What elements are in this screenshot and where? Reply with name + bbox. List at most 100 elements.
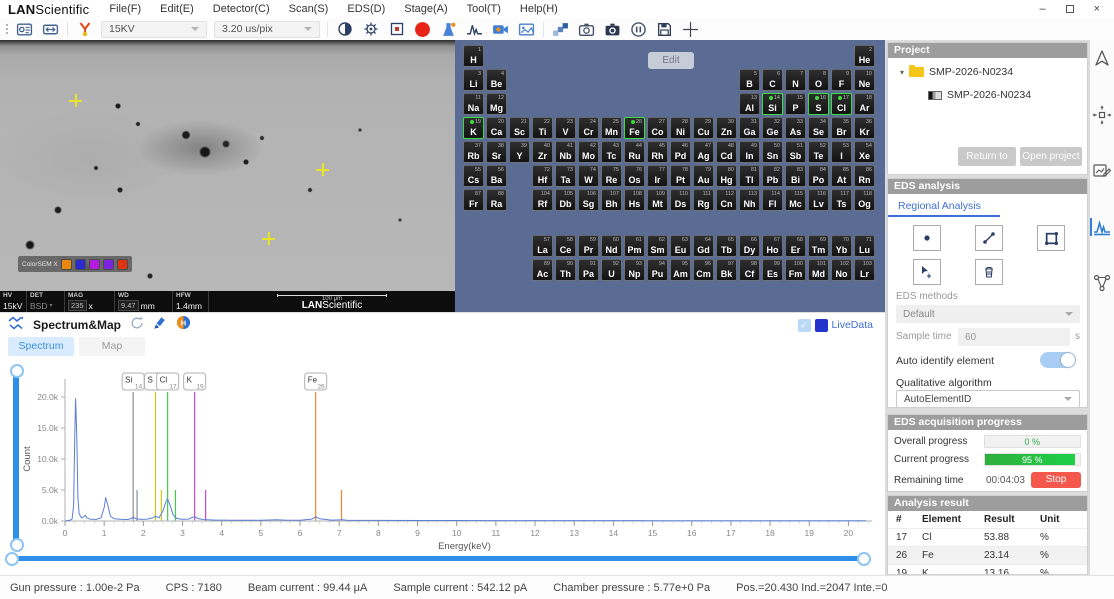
element-color-swatch[interactable] xyxy=(89,259,100,270)
menu-file[interactable]: File(F) xyxy=(109,3,141,15)
element-pa[interactable]: 91Pa xyxy=(578,259,599,281)
element-re[interactable]: 75Re xyxy=(601,165,622,187)
element-ar[interactable]: 18Ar xyxy=(854,93,875,115)
element-la[interactable]: 57La xyxy=(532,235,553,257)
reduced-area-icon[interactable] xyxy=(387,20,406,39)
element-fe[interactable]: 26Fe xyxy=(624,117,645,139)
element-tl[interactable]: 81Tl xyxy=(739,165,760,187)
element-hg[interactable]: 80Hg xyxy=(716,165,737,187)
element-v[interactable]: 23V xyxy=(555,117,576,139)
stop-button[interactable]: Stop xyxy=(1031,472,1081,488)
element-ho[interactable]: 67Ho xyxy=(762,235,783,257)
element-kr[interactable]: 36Kr xyxy=(854,117,875,139)
element-al[interactable]: 13Al xyxy=(739,93,760,115)
element-eu[interactable]: 63Eu xyxy=(670,235,691,257)
element-f[interactable]: 9F xyxy=(831,69,852,91)
element-i[interactable]: 53I xyxy=(831,141,852,163)
result-row[interactable]: 17Cl53.88% xyxy=(888,529,1087,547)
element-sg[interactable]: 106Sg xyxy=(578,189,599,211)
project-folder-row[interactable]: ▾ SMP-2026-N0234 xyxy=(900,66,1013,78)
element-pt[interactable]: 78Pt xyxy=(670,165,691,187)
element-fr[interactable]: 87Fr xyxy=(463,189,484,211)
restore-button[interactable] xyxy=(1066,5,1074,13)
element-p[interactable]: 15P xyxy=(785,93,806,115)
element-es[interactable]: 99Es xyxy=(762,259,783,281)
element-db[interactable]: 105Db xyxy=(555,189,576,211)
line-analysis-button[interactable] xyxy=(975,225,1003,251)
element-sm[interactable]: 62Sm xyxy=(647,235,668,257)
import-export-icon[interactable] xyxy=(41,20,60,39)
element-bi[interactable]: 83Bi xyxy=(785,165,806,187)
project-file-row[interactable]: SMP-2026-N0234 xyxy=(928,89,1031,101)
element-pm[interactable]: 61Pm xyxy=(624,235,645,257)
result-row[interactable]: 26Fe23.14% xyxy=(888,547,1087,565)
open-project-button[interactable]: Open project xyxy=(1020,147,1082,166)
element-te[interactable]: 52Te xyxy=(808,141,829,163)
element-yb[interactable]: 70Yb xyxy=(831,235,852,257)
spectrum-waveform-icon[interactable] xyxy=(465,20,484,39)
return-to-button[interactable]: Return to xyxy=(958,147,1016,166)
element-bk[interactable]: 97Bk xyxy=(716,259,737,281)
element-ac[interactable]: 89Ac xyxy=(532,259,553,281)
element-os[interactable]: 76Os xyxy=(624,165,645,187)
menu-stage[interactable]: Stage(A) xyxy=(404,3,447,15)
element-bh[interactable]: 107Bh xyxy=(601,189,622,211)
element-ra[interactable]: 88Ra xyxy=(486,189,507,211)
element-nb[interactable]: 41Nb xyxy=(555,141,576,163)
element-w[interactable]: 74W xyxy=(578,165,599,187)
qualitative-algorithm-select[interactable]: AutoElementID xyxy=(896,390,1080,408)
element-og[interactable]: 118Og xyxy=(854,189,875,211)
element-cl[interactable]: 17Cl xyxy=(831,93,852,115)
element-ca[interactable]: 20Ca xyxy=(486,117,507,139)
element-zn[interactable]: 30Zn xyxy=(716,117,737,139)
element-cn[interactable]: 112Cn xyxy=(716,189,737,211)
element-be[interactable]: 4Be xyxy=(486,69,507,91)
element-dy[interactable]: 66Dy xyxy=(739,235,760,257)
sample-time-input[interactable]: 60 xyxy=(958,328,1070,346)
element-th[interactable]: 90Th xyxy=(555,259,576,281)
menu-detector[interactable]: Detector(C) xyxy=(213,3,270,15)
element-pr[interactable]: 59Pr xyxy=(578,235,599,257)
edit-elements-button[interactable]: Edit xyxy=(648,52,694,69)
horizontal-range-slider[interactable] xyxy=(10,556,866,561)
record-scan-icon[interactable] xyxy=(413,20,432,39)
pause-icon[interactable] xyxy=(629,20,648,39)
element-cr[interactable]: 24Cr xyxy=(578,117,599,139)
clean-brush-icon[interactable] xyxy=(153,316,167,335)
element-c[interactable]: 6C xyxy=(762,69,783,91)
element-lv[interactable]: 116Lv xyxy=(808,189,829,211)
element-hs[interactable]: 108Hs xyxy=(624,189,645,211)
element-ts[interactable]: 117Ts xyxy=(831,189,852,211)
element-co[interactable]: 27Co xyxy=(647,117,668,139)
element-ga[interactable]: 31Ga xyxy=(739,117,760,139)
element-sb[interactable]: 51Sb xyxy=(785,141,806,163)
element-color-swatch[interactable] xyxy=(103,259,114,270)
stage-control-icon[interactable] xyxy=(15,20,34,39)
toolbar-drag-handle-icon[interactable] xyxy=(6,24,8,34)
element-er[interactable]: 68Er xyxy=(785,235,806,257)
element-cf[interactable]: 98Cf xyxy=(739,259,760,281)
mag-input[interactable]: MAG235x xyxy=(65,291,115,312)
element-ge[interactable]: 32Ge xyxy=(762,117,783,139)
menu-tool[interactable]: Tool(T) xyxy=(467,3,501,15)
dwell-time-select[interactable]: 3.20 us/pix xyxy=(214,21,320,38)
element-ir[interactable]: 77Ir xyxy=(647,165,668,187)
element-fl[interactable]: 114Fl xyxy=(762,189,783,211)
element-tb[interactable]: 65Tb xyxy=(716,235,737,257)
element-se[interactable]: 34Se xyxy=(808,117,829,139)
element-pb[interactable]: 82Pb xyxy=(762,165,783,187)
element-ag[interactable]: 47Ag xyxy=(693,141,714,163)
element-u[interactable]: 92U xyxy=(601,259,622,281)
point-analysis-button[interactable] xyxy=(913,225,941,251)
element-he[interactable]: 2He xyxy=(854,45,875,67)
move-region-button[interactable] xyxy=(913,259,941,285)
element-color-swatch[interactable] xyxy=(75,259,86,270)
element-rf[interactable]: 104Rf xyxy=(532,189,553,211)
element-at[interactable]: 85At xyxy=(831,165,852,187)
stage-move-icon[interactable] xyxy=(1091,104,1113,126)
detector-settings-gear-icon[interactable] xyxy=(361,20,380,39)
element-mc[interactable]: 115Mc xyxy=(785,189,806,211)
element-mo[interactable]: 42Mo xyxy=(578,141,599,163)
element-h[interactable]: 1H xyxy=(463,45,484,67)
element-br[interactable]: 35Br xyxy=(831,117,852,139)
